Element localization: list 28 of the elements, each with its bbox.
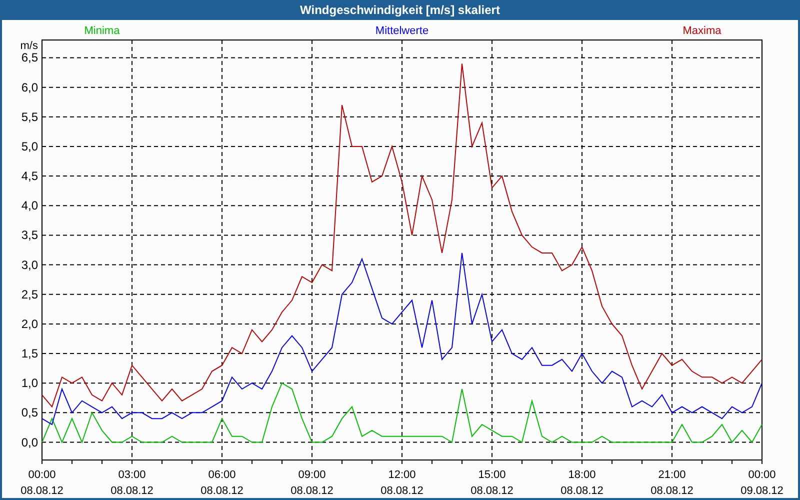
x-tick-label: 21:00 08.08.12 xyxy=(650,469,694,497)
legend-label: Minima xyxy=(84,25,120,37)
y-tick-label: 4,5 xyxy=(21,169,38,184)
y-tick-label: 0,5 xyxy=(21,406,38,420)
y-tick-label: 6,0 xyxy=(21,80,38,94)
window-title: Windgeschwindigkeit [m/s] skaliert xyxy=(299,2,501,19)
y-tick-label: 2,5 xyxy=(21,287,38,302)
x-tick-label: 12:00 08.08.12 xyxy=(380,469,424,497)
x-tick-label: 09:00 08.08.12 xyxy=(290,469,334,497)
y-tick-label: 2,0 xyxy=(21,316,38,331)
x-tick-label: 00:00 08.08.12 xyxy=(20,469,64,497)
y-tick-label: 3,0 xyxy=(21,258,38,272)
y-axis-label: m/s xyxy=(20,40,38,52)
legend-label: Maxima xyxy=(682,25,722,37)
y-tick-label: 5,5 xyxy=(21,110,38,124)
y-tick-label: 1,5 xyxy=(21,346,38,361)
y-tick-label: 0,0 xyxy=(21,435,38,450)
y-tick-label: 1,0 xyxy=(21,376,38,390)
y-tick-label: 3,5 xyxy=(21,228,38,242)
x-tick-label: 15:00 08.08.12 xyxy=(470,469,514,497)
x-tick-label: 03:00 08.08.12 xyxy=(110,469,154,497)
y-tick-label: 5,0 xyxy=(21,139,38,154)
legend-label: Mittelwerte xyxy=(375,25,429,37)
y-tick-label: 4,0 xyxy=(21,198,38,213)
x-tick-label: 00:00 09.08.12 xyxy=(740,469,784,497)
y-tick-label: 6,5 xyxy=(21,50,38,65)
x-tick-label: 06:00 08.08.12 xyxy=(200,469,244,497)
x-tick-label: 18:00 08.08.12 xyxy=(560,469,604,497)
